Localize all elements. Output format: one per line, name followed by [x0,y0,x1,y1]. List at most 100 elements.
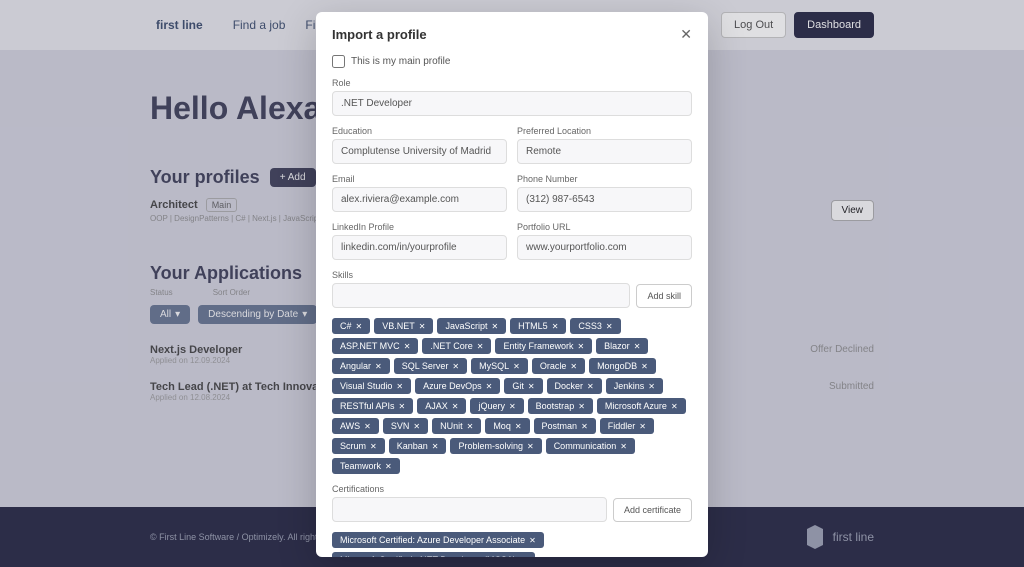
skill-tag: NUnit ✕ [432,418,481,434]
remove-tag-icon[interactable]: ✕ [620,442,627,451]
skill-tag: Communication ✕ [546,438,635,454]
add-cert-button[interactable]: Add certificate [613,498,692,522]
skill-tag: Angular ✕ [332,358,390,374]
remove-tag-icon[interactable]: ✕ [385,462,392,471]
skill-tag: jQuery ✕ [470,398,523,414]
remove-tag-icon[interactable]: ✕ [364,422,371,431]
certs-label: Certifications [332,484,692,494]
remove-tag-icon[interactable]: ✕ [375,362,382,371]
remove-tag-icon[interactable]: ✕ [552,322,559,331]
education-input[interactable] [332,139,507,164]
skill-tag: Visual Studio ✕ [332,378,411,394]
location-label: Preferred Location [517,126,692,136]
skill-tag: AJAX ✕ [417,398,466,414]
remove-tag-icon[interactable]: ✕ [528,382,535,391]
skill-tag: Blazor ✕ [596,338,648,354]
remove-tag-icon[interactable]: ✕ [477,342,484,351]
skill-tag: .NET Core ✕ [422,338,491,354]
skill-tag: Kanban ✕ [389,438,447,454]
remove-tag-icon[interactable]: ✕ [648,382,655,391]
remove-tag-icon[interactable]: ✕ [432,442,439,451]
skill-tag: Oracle ✕ [532,358,585,374]
skills-label: Skills [332,270,692,280]
remove-tag-icon[interactable]: ✕ [671,402,678,411]
remove-tag-icon[interactable]: ✕ [467,422,474,431]
import-profile-modal: Import a profile ✕ This is my main profi… [316,12,708,557]
remove-tag-icon[interactable]: ✕ [491,322,498,331]
remove-tag-icon[interactable]: ✕ [570,362,577,371]
skill-tag: Problem-solving ✕ [450,438,541,454]
skill-tag: Entity Framework ✕ [495,338,592,354]
location-input[interactable] [517,139,692,164]
certs-tag-cloud: Microsoft Certified: Azure Developer Ass… [332,532,692,557]
remove-tag-icon[interactable]: ✕ [413,422,420,431]
education-label: Education [332,126,507,136]
remove-tag-icon[interactable]: ✕ [527,442,534,451]
remove-tag-icon[interactable]: ✕ [520,556,527,558]
skill-tag: SQL Server ✕ [394,358,467,374]
remove-tag-icon[interactable]: ✕ [356,322,363,331]
remove-tag-icon[interactable]: ✕ [577,342,584,351]
main-profile-checkbox[interactable] [332,55,345,68]
linkedin-input[interactable] [332,235,507,260]
skill-tag: Postman ✕ [534,418,596,434]
remove-tag-icon[interactable]: ✕ [641,362,648,371]
add-skill-button[interactable]: Add skill [636,284,692,308]
modal-overlay: Import a profile ✕ This is my main profi… [0,0,1024,567]
skill-tag: RESTful APIs ✕ [332,398,413,414]
skill-tag: SVN ✕ [383,418,428,434]
email-input[interactable] [332,187,507,212]
remove-tag-icon[interactable]: ✕ [452,402,459,411]
skills-input[interactable] [332,283,630,308]
remove-tag-icon[interactable]: ✕ [639,422,646,431]
certs-input[interactable] [332,497,607,522]
modal-title: Import a profile [332,27,427,42]
role-input[interactable] [332,91,692,116]
remove-tag-icon[interactable]: ✕ [578,402,585,411]
cert-tag: Microsoft Certified: Azure Developer Ass… [332,532,544,548]
remove-tag-icon[interactable]: ✕ [396,382,403,391]
skill-tag: Bootstrap ✕ [528,398,593,414]
skill-tag: Scrum ✕ [332,438,385,454]
remove-tag-icon[interactable]: ✕ [606,322,613,331]
remove-tag-icon[interactable]: ✕ [452,362,459,371]
remove-tag-icon[interactable]: ✕ [634,342,641,351]
phone-input[interactable] [517,187,692,212]
skill-tag: ASP.NET MVC ✕ [332,338,418,354]
skill-tag: JavaScript ✕ [437,318,506,334]
remove-tag-icon[interactable]: ✕ [486,382,493,391]
skill-tag: C# ✕ [332,318,370,334]
role-label: Role [332,78,692,88]
skills-tag-cloud: C# ✕VB.NET ✕JavaScript ✕HTML5 ✕CSS3 ✕ ASP… [332,318,692,474]
skill-tag: Teamwork ✕ [332,458,400,474]
skill-tag: CSS3 ✕ [570,318,620,334]
remove-tag-icon[interactable]: ✕ [509,402,516,411]
skill-tag: VB.NET ✕ [374,318,433,334]
phone-label: Phone Number [517,174,692,184]
skill-tag: Azure DevOps ✕ [415,378,500,394]
email-label: Email [332,174,507,184]
linkedin-label: LinkedIn Profile [332,222,507,232]
skill-tag: Fiddler ✕ [600,418,654,434]
skill-tag: Git ✕ [504,378,542,394]
remove-tag-icon[interactable]: ✕ [419,322,426,331]
remove-tag-icon[interactable]: ✕ [399,402,406,411]
remove-tag-icon[interactable]: ✕ [513,362,520,371]
skill-tag: Docker ✕ [547,378,602,394]
skill-tag: Moq ✕ [485,418,529,434]
remove-tag-icon[interactable]: ✕ [581,422,588,431]
remove-tag-icon[interactable]: ✕ [515,422,522,431]
remove-tag-icon[interactable]: ✕ [587,382,594,391]
close-icon[interactable]: ✕ [680,26,692,43]
portfolio-input[interactable] [517,235,692,260]
remove-tag-icon[interactable]: ✕ [370,442,377,451]
remove-tag-icon[interactable]: ✕ [529,536,536,545]
main-profile-label: This is my main profile [351,56,450,67]
cert-tag: Microsoft Certified: .NET Developer (MCS… [332,552,535,557]
skill-tag: AWS ✕ [332,418,379,434]
skill-tag: Jenkins ✕ [606,378,663,394]
skill-tag: Microsoft Azure ✕ [597,398,686,414]
portfolio-label: Portfolio URL [517,222,692,232]
skill-tag: HTML5 ✕ [510,318,566,334]
remove-tag-icon[interactable]: ✕ [404,342,411,351]
